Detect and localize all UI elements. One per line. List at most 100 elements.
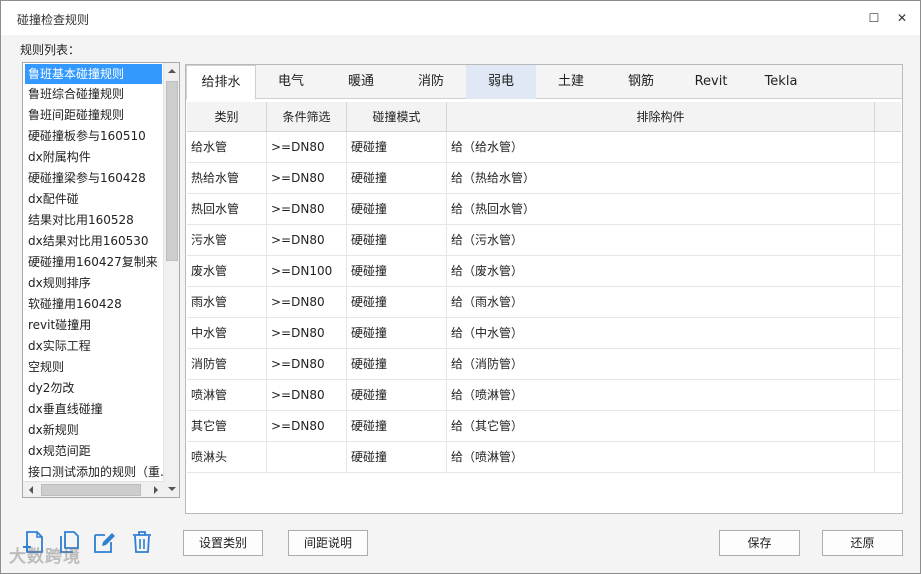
tab-revit[interactable]: Revit xyxy=(676,65,746,99)
column-header[interactable]: 类别 xyxy=(187,102,267,132)
table-cell[interactable]: 给（污水管） xyxy=(447,225,875,256)
scroll-thumb[interactable] xyxy=(166,81,178,261)
table-cell[interactable]: 热给水管 xyxy=(187,163,267,194)
table-cell[interactable]: 硬碰撞 xyxy=(347,380,447,411)
table-cell[interactable]: 硬碰撞 xyxy=(347,411,447,442)
rule-list-item[interactable]: 结果对比用160528 xyxy=(23,210,164,231)
column-header[interactable]: 条件筛选 xyxy=(267,102,347,132)
tab-water-supply-drainage[interactable]: 给排水 xyxy=(186,65,256,100)
table-cell[interactable]: 硬碰撞 xyxy=(347,318,447,349)
table-cell[interactable]: 其它管 xyxy=(187,411,267,442)
rule-list-item[interactable]: 鲁班基本碰撞规则 xyxy=(25,64,162,84)
table-cell[interactable]: 给水管 xyxy=(187,132,267,163)
table-cell[interactable]: 硬碰撞 xyxy=(347,287,447,318)
table-cell[interactable]: 喷淋管 xyxy=(187,380,267,411)
table-cell[interactable]: 给（喷淋管） xyxy=(447,380,875,411)
tab-hvac[interactable]: 暖通 xyxy=(326,65,396,99)
table-cell[interactable]: >=DN80 xyxy=(267,380,347,411)
scroll-right-icon[interactable] xyxy=(148,482,164,497)
rule-list-item[interactable]: 硬碰撞板参与160510 xyxy=(23,126,164,147)
table-cell[interactable]: 给（给水管） xyxy=(447,132,875,163)
restore-button[interactable]: 还原 xyxy=(822,530,903,556)
scroll-thumb-horizontal[interactable] xyxy=(41,484,141,496)
table-row[interactable]: 污水管 >=DN80 硬碰撞 给（污水管） xyxy=(187,225,901,256)
rule-list-item[interactable]: dx实际工程 xyxy=(23,336,164,357)
table-cell[interactable]: 硬碰撞 xyxy=(347,225,447,256)
set-category-button[interactable]: 设置类别 xyxy=(183,530,263,556)
rule-list-item[interactable]: dx结果对比用160530 xyxy=(23,231,164,252)
table-row[interactable]: 废水管 >=DN100 硬碰撞 给（废水管） xyxy=(187,256,901,287)
table-row[interactable]: 给水管 >=DN80 硬碰撞 给（给水管） xyxy=(187,132,901,163)
table-cell[interactable]: 热回水管 xyxy=(187,194,267,225)
table-cell[interactable] xyxy=(267,442,347,473)
rule-list-item[interactable]: revit碰撞用 xyxy=(23,315,164,336)
table-cell[interactable]: >=DN80 xyxy=(267,132,347,163)
column-header[interactable]: 排除构件 xyxy=(447,102,875,132)
table-row[interactable]: 喷淋管 >=DN80 硬碰撞 给（喷淋管） xyxy=(187,380,901,411)
scroll-up-icon[interactable] xyxy=(164,63,179,79)
table-cell[interactable]: 硬碰撞 xyxy=(347,163,447,194)
table-cell[interactable]: 喷淋头 xyxy=(187,442,267,473)
delete-rule-button[interactable] xyxy=(129,529,155,555)
table-cell[interactable]: 给（其它管） xyxy=(447,411,875,442)
table-cell[interactable]: 硬碰撞 xyxy=(347,442,447,473)
table-cell[interactable]: 污水管 xyxy=(187,225,267,256)
table-cell[interactable]: >=DN80 xyxy=(267,287,347,318)
rule-list-item[interactable]: 鲁班综合碰撞规则 xyxy=(23,84,164,105)
rule-list-item[interactable]: dx配件碰 xyxy=(23,189,164,210)
table-row[interactable]: 雨水管 >=DN80 硬碰撞 给（雨水管） xyxy=(187,287,901,318)
spacing-help-button[interactable]: 间距说明 xyxy=(288,530,368,556)
rule-list-item[interactable]: dy2勿改 xyxy=(23,378,164,399)
maximize-button[interactable]: ☐ xyxy=(861,7,887,29)
table-cell[interactable]: >=DN80 xyxy=(267,411,347,442)
tab-rebar[interactable]: 钢筋 xyxy=(606,65,676,99)
rule-list-item[interactable]: 鲁班间距碰撞规则 xyxy=(23,105,164,126)
table-row[interactable]: 热回水管 >=DN80 硬碰撞 给（热回水管） xyxy=(187,194,901,225)
table-cell[interactable]: 废水管 xyxy=(187,256,267,287)
table-cell[interactable]: >=DN100 xyxy=(267,256,347,287)
table-cell[interactable]: 硬碰撞 xyxy=(347,194,447,225)
tab-civil[interactable]: 土建 xyxy=(536,65,606,99)
table-cell[interactable]: 给（热给水管） xyxy=(447,163,875,194)
horizontal-scrollbar[interactable] xyxy=(23,481,164,497)
tab-electrical[interactable]: 电气 xyxy=(256,65,326,99)
table-cell[interactable]: >=DN80 xyxy=(267,318,347,349)
rule-list-item[interactable]: dx附属构件 xyxy=(23,147,164,168)
rule-list-item[interactable]: 软碰撞用160428 xyxy=(23,294,164,315)
table-row[interactable]: 中水管 >=DN80 硬碰撞 给（中水管） xyxy=(187,318,901,349)
rule-list-item[interactable]: 硬碰撞梁参与160428 xyxy=(23,168,164,189)
close-button[interactable]: ✕ xyxy=(889,7,915,29)
rule-list-item[interactable]: dx规范间距 xyxy=(23,441,164,462)
rules-list[interactable]: 鲁班基本碰撞规则 鲁班综合碰撞规则 鲁班间距碰撞规则 硬碰撞板参与160510 dx附属… xyxy=(22,62,180,498)
table-cell[interactable]: >=DN80 xyxy=(267,349,347,380)
table-cell[interactable]: >=DN80 xyxy=(267,163,347,194)
table-cell[interactable]: 消防管 xyxy=(187,349,267,380)
edit-rule-button[interactable] xyxy=(91,529,117,555)
tab-low-voltage[interactable]: 弱电 xyxy=(466,65,536,99)
table-cell[interactable]: >=DN80 xyxy=(267,225,347,256)
tab-tekla[interactable]: Tekla xyxy=(746,65,816,99)
tab-fire-protection[interactable]: 消防 xyxy=(396,65,466,99)
table-cell[interactable]: 给（消防管） xyxy=(447,349,875,380)
table-cell[interactable]: 给（废水管） xyxy=(447,256,875,287)
table-row[interactable]: 消防管 >=DN80 硬碰撞 给（消防管） xyxy=(187,349,901,380)
vertical-scrollbar[interactable] xyxy=(163,63,179,497)
table-row[interactable]: 热给水管 >=DN80 硬碰撞 给（热给水管） xyxy=(187,163,901,194)
table-cell[interactable]: 硬碰撞 xyxy=(347,256,447,287)
rule-list-item[interactable]: 空规则 xyxy=(23,357,164,378)
table-cell[interactable]: 给（热回水管） xyxy=(447,194,875,225)
table-cell[interactable]: 雨水管 xyxy=(187,287,267,318)
rule-list-item[interactable]: dx垂直线碰撞 xyxy=(23,399,164,420)
rule-list-item[interactable]: 接口测试添加的规则（重... xyxy=(23,462,164,483)
scroll-down-icon[interactable] xyxy=(164,481,179,497)
table-cell[interactable]: 硬碰撞 xyxy=(347,132,447,163)
table-row[interactable]: 喷淋头 硬碰撞 给（喷淋管） xyxy=(187,442,901,473)
table-cell[interactable]: >=DN80 xyxy=(267,194,347,225)
scroll-left-icon[interactable] xyxy=(23,482,39,497)
table-cell[interactable]: 给（中水管） xyxy=(447,318,875,349)
table-cell[interactable]: 给（喷淋管） xyxy=(447,442,875,473)
table-cell[interactable]: 中水管 xyxy=(187,318,267,349)
rule-list-item[interactable]: dx规则排序 xyxy=(23,273,164,294)
save-button[interactable]: 保存 xyxy=(719,530,800,556)
rule-list-item[interactable]: 硬碰撞用160427复制来 xyxy=(23,252,164,273)
